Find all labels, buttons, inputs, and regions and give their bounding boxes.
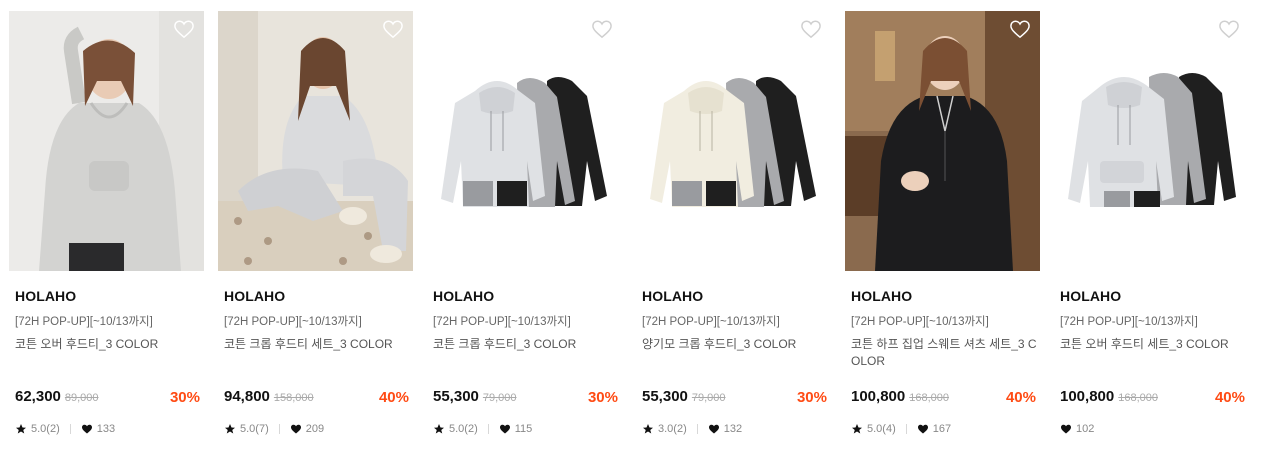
product-card[interactable]: HOLAHO [72H POP-UP][~10/13까지] 코튼 크롭 후드티_… xyxy=(427,11,622,435)
divider xyxy=(905,424,907,434)
promo-label: [72H POP-UP][~10/13까지] xyxy=(15,316,153,328)
heart-filled-icon xyxy=(917,424,928,434)
original-price: 168,000 xyxy=(1118,392,1158,404)
heart-filled-icon xyxy=(708,424,719,434)
price: 55,300 79,000 xyxy=(642,388,726,405)
wishlist-heart-icon[interactable] xyxy=(1009,19,1031,39)
like-count: 209 xyxy=(305,423,325,435)
like-count: 132 xyxy=(723,423,743,435)
original-price: 79,000 xyxy=(482,392,517,404)
price: 100,800 168,000 xyxy=(1060,388,1158,405)
discount-rate: 40% xyxy=(1214,389,1245,406)
star-icon xyxy=(225,424,235,434)
heart-filled-icon xyxy=(81,424,92,434)
product-image[interactable] xyxy=(845,11,1040,271)
product-meta: 5.0(7) 209 xyxy=(224,423,324,435)
product-grid: HOLAHO [72H POP-UP][~10/13까지] 코튼 오버 후드티_… xyxy=(0,0,1261,468)
product-meta: 5.0(4) 167 xyxy=(851,423,951,435)
promo-label: [72H POP-UP][~10/13까지] xyxy=(1060,316,1198,328)
product-image[interactable] xyxy=(427,11,622,271)
product-image[interactable] xyxy=(636,11,831,271)
price: 100,800 168,000 xyxy=(851,388,949,405)
wishlist-heart-icon[interactable] xyxy=(591,19,613,39)
wishlist-heart-icon[interactable] xyxy=(1218,19,1240,39)
rating: 5.0(2) xyxy=(449,423,478,435)
product-card[interactable]: HOLAHO [72H POP-UP][~10/13까지] 코튼 크롭 후드티 … xyxy=(218,11,413,435)
divider xyxy=(696,424,698,434)
heart-filled-icon xyxy=(1061,424,1071,434)
brand-name[interactable]: HOLAHO xyxy=(433,288,494,304)
brand-name[interactable]: HOLAHO xyxy=(15,288,76,304)
rating: 3.0(2) xyxy=(658,423,687,435)
rating: 5.0(4) xyxy=(867,423,896,435)
product-card[interactable]: HOLAHO [72H POP-UP][~10/13까지] 코튼 오버 후드티_… xyxy=(9,11,204,435)
promo-label: [72H POP-UP][~10/13까지] xyxy=(433,316,571,328)
brand-name[interactable]: HOLAHO xyxy=(851,288,912,304)
sale-price: 100,800 xyxy=(851,388,906,405)
price: 55,300 79,000 xyxy=(433,388,517,405)
product-meta: 5.0(2) 133 xyxy=(15,423,115,435)
promo-label: [72H POP-UP][~10/13까지] xyxy=(851,316,989,328)
sale-price: 100,800 xyxy=(1060,388,1115,405)
discount-rate: 40% xyxy=(378,389,409,406)
price: 62,300 89,000 xyxy=(15,388,99,405)
product-image[interactable] xyxy=(9,11,204,271)
star-icon xyxy=(434,424,444,434)
product-card[interactable]: HOLAHO [72H POP-UP][~10/13까지] 코튼 하프 집업 스… xyxy=(845,11,1040,435)
star-icon xyxy=(16,424,26,434)
divider xyxy=(278,424,280,434)
wishlist-heart-icon[interactable] xyxy=(382,19,404,39)
product-name[interactable]: 양기모 크롭 후드티_3 COLOR xyxy=(642,336,830,353)
product-image[interactable] xyxy=(218,11,413,271)
brand-name[interactable]: HOLAHO xyxy=(1060,288,1121,304)
original-price: 168,000 xyxy=(909,392,949,404)
product-name[interactable]: 코튼 오버 후드티 세트_3 COLOR xyxy=(1060,336,1248,353)
like-count: 115 xyxy=(514,423,533,435)
sale-price: 94,800 xyxy=(224,388,270,405)
discount-rate: 40% xyxy=(1005,389,1036,406)
product-card[interactable]: HOLAHO [72H POP-UP][~10/13까지] 양기모 크롭 후드티… xyxy=(636,11,831,435)
sale-price: 62,300 xyxy=(15,388,61,405)
product-name[interactable]: 코튼 크롭 후드티 세트_3 COLOR xyxy=(224,336,412,353)
star-icon xyxy=(643,424,653,434)
discount-rate: 30% xyxy=(169,389,200,406)
product-meta: 3.0(2) 132 xyxy=(642,423,742,435)
original-price: 89,000 xyxy=(64,392,99,404)
product-meta: 102 xyxy=(1060,423,1094,435)
divider xyxy=(69,424,71,434)
like-count: 133 xyxy=(96,423,116,435)
heart-filled-icon xyxy=(499,424,510,434)
product-meta: 5.0(2) 115 xyxy=(433,423,532,435)
brand-name[interactable]: HOLAHO xyxy=(224,288,285,304)
sale-price: 55,300 xyxy=(433,388,479,405)
promo-label: [72H POP-UP][~10/13까지] xyxy=(224,316,362,328)
like-count: 102 xyxy=(1076,423,1095,435)
divider xyxy=(487,424,489,434)
discount-rate: 30% xyxy=(587,389,618,406)
original-price: 158,000 xyxy=(273,392,314,404)
price: 94,800 158,000 xyxy=(224,388,314,405)
brand-name[interactable]: HOLAHO xyxy=(642,288,703,304)
product-image[interactable] xyxy=(1054,11,1249,271)
product-name[interactable]: 코튼 크롭 후드티_3 COLOR xyxy=(433,336,621,353)
original-price: 79,000 xyxy=(691,392,726,404)
promo-label: [72H POP-UP][~10/13까지] xyxy=(642,316,780,328)
product-name[interactable]: 코튼 오버 후드티_3 COLOR xyxy=(15,336,203,353)
wishlist-heart-icon[interactable] xyxy=(173,19,195,39)
like-count: 167 xyxy=(932,423,952,435)
sale-price: 55,300 xyxy=(642,388,688,405)
product-name[interactable]: 코튼 하프 집업 스웨트 셔츠 세트_3 COLOR xyxy=(851,336,1039,370)
rating: 5.0(7) xyxy=(240,423,269,435)
rating: 5.0(2) xyxy=(31,423,60,435)
wishlist-heart-icon[interactable] xyxy=(800,19,822,39)
product-card[interactable]: HOLAHO [72H POP-UP][~10/13까지] 코튼 오버 후드티 … xyxy=(1054,11,1249,435)
discount-rate: 30% xyxy=(796,389,827,406)
star-icon xyxy=(852,424,862,434)
heart-filled-icon xyxy=(290,424,301,434)
